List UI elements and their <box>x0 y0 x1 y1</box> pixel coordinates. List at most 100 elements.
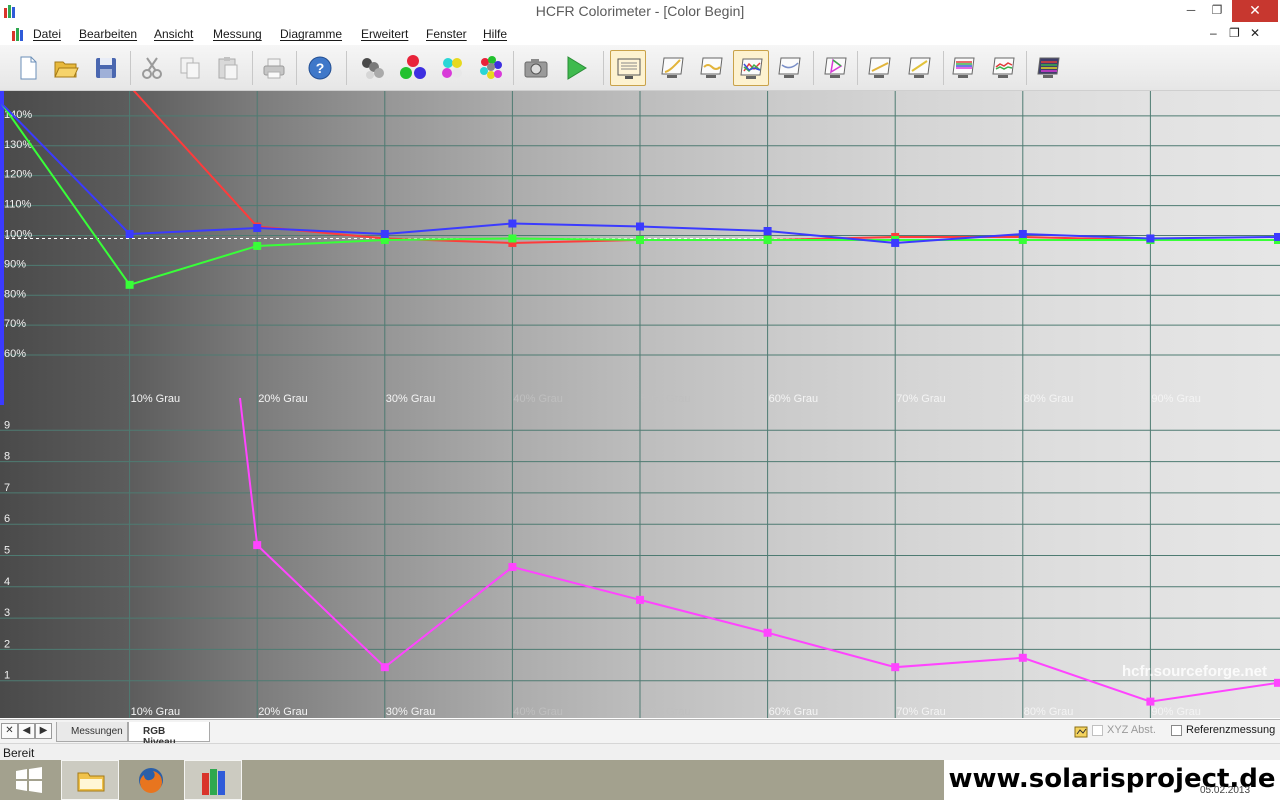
mdi-minimize-button[interactable]: – <box>1210 26 1217 40</box>
color-comparator-button[interactable] <box>1031 50 1067 86</box>
y-tick-label: 6 <box>4 513 10 525</box>
y-tick-label: 90% <box>4 258 26 270</box>
window-title: HCFR Colorimeter - [Color Begin] <box>535 3 745 19</box>
primaries-measure-button[interactable] <box>395 50 431 86</box>
print-button[interactable] <box>256 50 292 86</box>
measures-view-button[interactable] <box>610 50 646 86</box>
menu-erweitert[interactable]: Erweitert <box>361 27 408 41</box>
menu-bearbeiten[interactable]: Bearbeiten <box>79 27 137 41</box>
taskbar-hcfr[interactable] <box>184 760 242 800</box>
open-folder-icon <box>54 61 79 78</box>
menu-hilfe[interactable]: Hilfe <box>483 27 507 41</box>
document-icon <box>12 28 23 41</box>
mdi-close-button[interactable]: ✕ <box>1250 26 1260 40</box>
grayscale-measure-button[interactable] <box>355 50 391 86</box>
cie-diagram-icon <box>824 57 847 78</box>
menu-diagramme[interactable]: Diagramme <box>280 27 342 41</box>
previous-sheet-button[interactable]: ◀ <box>18 723 35 739</box>
luminance-view-icon <box>700 57 723 78</box>
near-white-icon <box>992 57 1015 78</box>
near-white-button[interactable] <box>986 50 1022 86</box>
temperature-view-button[interactable] <box>772 50 808 86</box>
delta-e-point <box>508 563 517 572</box>
rgb-levels-view-button[interactable] <box>733 50 769 86</box>
x-category-label: 80% Grau <box>1024 706 1074 718</box>
copy-button[interactable] <box>172 50 208 86</box>
menu-fenster[interactable]: Fenster <box>426 27 467 41</box>
hcfr-app-icon <box>202 769 225 795</box>
toolbar-separator <box>296 51 297 85</box>
svg-text:?: ? <box>316 60 325 76</box>
y-tick-label: 2 <box>4 638 10 650</box>
near-black-icon <box>952 57 975 78</box>
x-category-label: 70% Grau <box>896 706 946 718</box>
xyz-abs-option[interactable]: XYZ Abst. <box>1092 724 1156 736</box>
green-series-point <box>763 235 772 244</box>
reference-checkbox[interactable] <box>1171 724 1182 736</box>
color-comparator-icon <box>1037 57 1060 78</box>
luminance-view-button[interactable] <box>694 50 730 86</box>
tab-messungen[interactable]: Messungen <box>56 722 128 742</box>
menu-messung[interactable]: Messung <box>213 27 262 41</box>
green-series-point <box>125 280 134 289</box>
rgb-levels-view-icon <box>740 58 763 79</box>
reference-option[interactable]: Referenzmessung <box>1171 724 1275 736</box>
toolbar-separator <box>346 51 347 85</box>
gamma-view-button[interactable] <box>655 50 691 86</box>
blue-series-point <box>1018 229 1027 238</box>
camera-icon <box>524 59 548 78</box>
all-measures-button[interactable] <box>473 50 509 86</box>
blue-series-point <box>1274 232 1280 241</box>
camera-button[interactable] <box>518 50 554 86</box>
start-button[interactable] <box>0 760 58 800</box>
sheet-tabs-bar: ✕ ◀ ▶ Messungen RGB Niveau XYZ Abst. Ref… <box>0 719 1280 748</box>
saturation-luminance-button[interactable] <box>862 50 898 86</box>
maximize-button[interactable]: ❐ <box>1204 0 1230 22</box>
paste-button[interactable] <box>210 50 246 86</box>
delta-e-point <box>253 541 262 550</box>
saturation-shift-button[interactable] <box>902 50 938 86</box>
chart-area: 60% 70% 80% 90% 100% 110% 120% 130% 140% 10% Grau… <box>0 91 1280 718</box>
close-sheet-button[interactable]: ✕ <box>1 723 18 739</box>
taskbar: www.solarisproject.de 05.02.2013 <box>0 760 1280 800</box>
close-button[interactable]: ✕ <box>1232 0 1278 22</box>
secondaries-measure-button[interactable] <box>434 50 470 86</box>
help-button[interactable]: ? <box>302 50 338 86</box>
y-tick-label: 100% <box>4 228 32 240</box>
temperature-view-icon <box>778 57 801 78</box>
y-tick-label: 60% <box>4 348 26 360</box>
secondaries-measure-icon <box>442 58 462 78</box>
y-tick-label: 7 <box>4 482 10 494</box>
play-button[interactable] <box>558 50 594 86</box>
green-series-point <box>636 235 644 244</box>
x-category-label: 60% Grau <box>769 393 819 405</box>
toolbar: ? <box>0 45 1280 91</box>
blue-series-point <box>763 227 772 235</box>
cie-diagram-button[interactable] <box>818 50 854 86</box>
near-black-button[interactable] <box>946 50 982 86</box>
copy-icon <box>180 57 200 79</box>
cut-button[interactable] <box>134 50 170 86</box>
menu-ansicht[interactable]: Ansicht <box>154 27 193 41</box>
y-tick-label: 8 <box>4 451 10 463</box>
y-tick-label: 5 <box>4 545 10 557</box>
x-category-label: 40% Grau <box>513 393 563 405</box>
taskbar-firefox[interactable] <box>122 760 180 800</box>
new-button[interactable] <box>10 50 46 86</box>
measures-view-icon <box>617 58 641 79</box>
tab-rgb-niveau[interactable]: RGB Niveau <box>128 722 210 748</box>
menu-datei[interactable]: Datei <box>33 27 61 41</box>
save-button[interactable] <box>88 50 124 86</box>
mdi-restore-button[interactable]: ❐ <box>1229 26 1240 40</box>
next-sheet-button[interactable]: ▶ <box>35 723 52 739</box>
taskbar-explorer[interactable] <box>61 760 119 800</box>
delta-e-point <box>1146 697 1155 706</box>
gamma-view-icon <box>661 57 684 78</box>
open-button[interactable] <box>48 50 84 86</box>
paste-icon <box>218 57 238 80</box>
minimize-button[interactable]: ─ <box>1178 0 1204 22</box>
saturation-shift-icon <box>908 57 931 78</box>
xyz-abs-checkbox[interactable] <box>1092 724 1103 736</box>
clock-date: 05.02.2013 <box>1200 785 1251 796</box>
delta-e-point <box>1274 678 1280 687</box>
